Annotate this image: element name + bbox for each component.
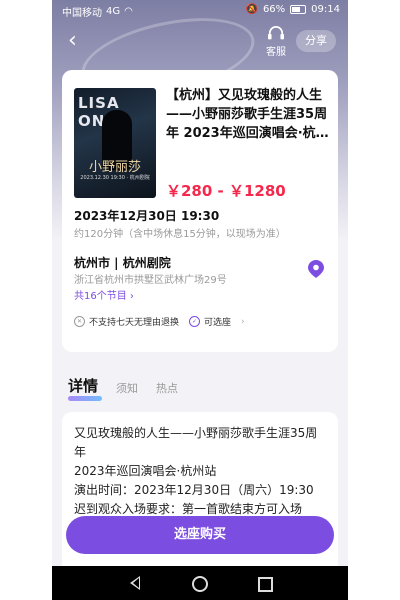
headset-icon bbox=[268, 26, 284, 40]
share-button[interactable]: 分享 bbox=[296, 30, 336, 52]
details-line: 又见玫瑰般的人生——小野丽莎歌手生涯35周 bbox=[74, 426, 318, 440]
tab-details[interactable]: 详情 bbox=[68, 375, 103, 402]
customer-service-button[interactable]: 客服 bbox=[260, 26, 292, 58]
event-poster[interactable]: LISA ONO 小野丽莎 2023.12.30 19:30 · 杭州剧院 bbox=[74, 88, 156, 198]
wifi-icon: ◠ bbox=[124, 6, 133, 17]
policy-seat-select: 可选座 bbox=[204, 318, 232, 328]
carrier-label: 中国移动 bbox=[62, 8, 102, 19]
back-arrow-icon[interactable]: ‹ bbox=[68, 30, 92, 54]
battery-percent: 66% bbox=[262, 4, 286, 15]
nav-home-icon[interactable] bbox=[192, 576, 208, 592]
event-duration: 约120分钟（含中场休息15分钟，以现场为准） bbox=[74, 229, 286, 240]
status-right: 🔕 66% 09:14 bbox=[245, 4, 340, 15]
poster-subtitle: 2023.12.30 19:30 · 杭州剧院 bbox=[80, 175, 150, 181]
location-pin-icon[interactable] bbox=[308, 260, 324, 278]
details-line: 2023年巡回演唱会·杭州站 bbox=[74, 464, 217, 478]
mute-icon: 🔕 bbox=[245, 4, 258, 15]
details-text: 又见玫瑰般的人生——小野丽莎歌手生涯35周 年 2023年巡回演唱会·杭州站 演… bbox=[74, 424, 328, 519]
nav-back-icon[interactable] bbox=[130, 576, 140, 590]
poster-title: 小野丽莎 bbox=[88, 160, 141, 175]
no-refund-icon: ✕ bbox=[74, 316, 85, 327]
event-datetime: 2023年12月30日 19:30 bbox=[74, 209, 220, 223]
battery-icon bbox=[290, 5, 307, 14]
top-bar: ‹ 客服 分享 bbox=[52, 24, 348, 60]
status-bar: 中国移动 4G ◠ 🔕 66% 09:14 bbox=[52, 0, 348, 20]
venue-name[interactable]: 杭州市 | 杭州剧院 bbox=[74, 254, 171, 271]
chevron-right-icon: › bbox=[241, 316, 245, 327]
signal-indicator: 4G bbox=[106, 6, 121, 17]
tab-notice[interactable]: 须知 bbox=[116, 380, 138, 402]
venue-address: 浙江省杭州市拱墅区武林广场29号 bbox=[74, 275, 227, 286]
policy-row[interactable]: ✕ 不支持七天无理由退换 ✓ 可选座 › bbox=[74, 315, 245, 328]
clock: 09:14 bbox=[311, 4, 340, 15]
customer-service-label: 客服 bbox=[266, 47, 286, 58]
tab-hot[interactable]: 热点 bbox=[156, 380, 178, 402]
phone-screen: 中国移动 4G ◠ 🔕 66% 09:14 ‹ 客服 分享 LISA ONO 小… bbox=[52, 0, 348, 600]
details-line: 演出时间：2023年12月30日（周六）19:30 bbox=[74, 483, 314, 497]
price-range: ￥280 - ￥1280 bbox=[166, 182, 286, 200]
details-line: 年 bbox=[74, 445, 87, 459]
system-nav-bar bbox=[52, 566, 348, 600]
details-panel: 又见玫瑰般的人生——小野丽莎歌手生涯35周 年 2023年巡回演唱会·杭州站 演… bbox=[62, 412, 338, 582]
status-left: 中国移动 4G ◠ bbox=[62, 4, 133, 19]
select-seat-buy-button[interactable]: 选座购买 bbox=[66, 516, 334, 554]
event-title: 【杭州】又见玫瑰般的人生——小野丽莎歌手生涯35周年 2023年巡回演唱会·杭… bbox=[166, 88, 329, 141]
detail-tabs: 详情 须知 热点 bbox=[68, 372, 178, 402]
program-count: 共16个节目 bbox=[74, 291, 127, 302]
check-icon: ✓ bbox=[189, 316, 201, 327]
nav-recent-apps-icon[interactable] bbox=[258, 577, 273, 592]
policy-no-refund: 不支持七天无理由退换 bbox=[89, 318, 180, 328]
program-list-link[interactable]: 共16个节目 › bbox=[74, 287, 134, 302]
event-card: LISA ONO 小野丽莎 2023.12.30 19:30 · 杭州剧院 【杭… bbox=[62, 70, 338, 352]
